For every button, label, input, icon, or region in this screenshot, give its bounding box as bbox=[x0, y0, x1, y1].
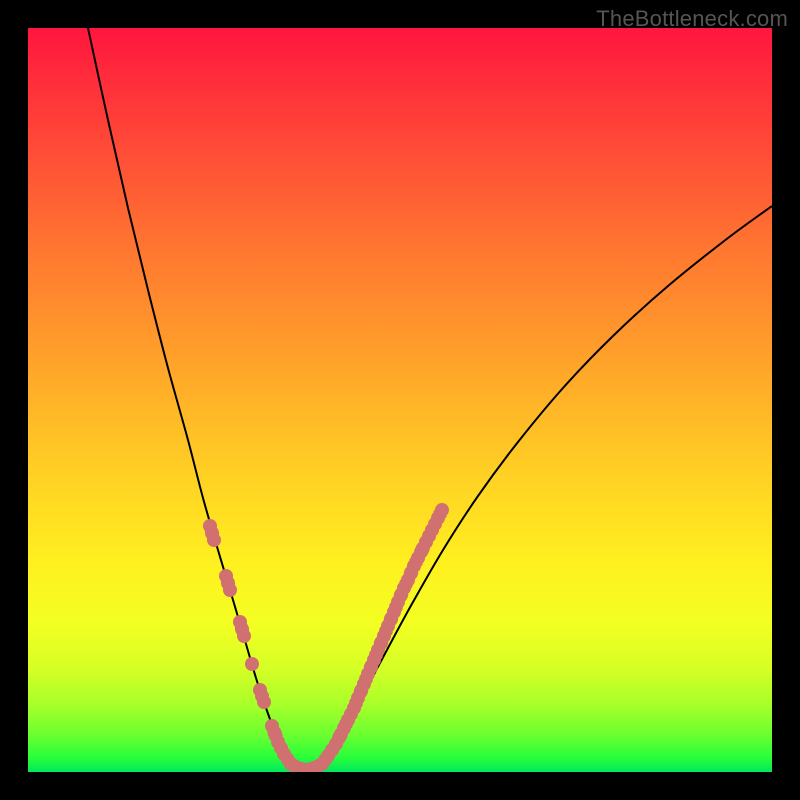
marker-dot bbox=[381, 619, 395, 633]
bottleneck-curve bbox=[88, 28, 772, 772]
marker-dot bbox=[233, 615, 247, 629]
marker-dot bbox=[425, 523, 439, 537]
marker-dot bbox=[435, 503, 449, 517]
chart-container: TheBottleneck.com bbox=[0, 0, 800, 800]
marker-dot bbox=[245, 657, 259, 671]
marker-dot bbox=[237, 629, 251, 643]
marker-dot bbox=[341, 713, 355, 727]
marker-dot bbox=[351, 691, 365, 705]
marker-group bbox=[203, 503, 449, 772]
marker-dot bbox=[401, 573, 415, 587]
marker-dot bbox=[371, 643, 385, 657]
marker-dot bbox=[411, 551, 425, 565]
marker-dot bbox=[207, 533, 221, 547]
marker-dot bbox=[321, 749, 335, 763]
marker-dot bbox=[219, 569, 233, 583]
marker-dot bbox=[265, 719, 279, 733]
marker-dot bbox=[271, 735, 285, 749]
marker-dot bbox=[361, 667, 375, 681]
plot-area bbox=[28, 28, 772, 772]
marker-dot bbox=[257, 695, 271, 709]
marker-dot bbox=[391, 595, 405, 609]
marker-dot bbox=[419, 535, 433, 549]
marker-dot bbox=[203, 519, 217, 533]
chart-svg bbox=[28, 28, 772, 772]
marker-dot bbox=[223, 583, 237, 597]
curve-group bbox=[88, 28, 772, 772]
marker-dot bbox=[329, 737, 343, 751]
marker-dot bbox=[253, 683, 267, 697]
